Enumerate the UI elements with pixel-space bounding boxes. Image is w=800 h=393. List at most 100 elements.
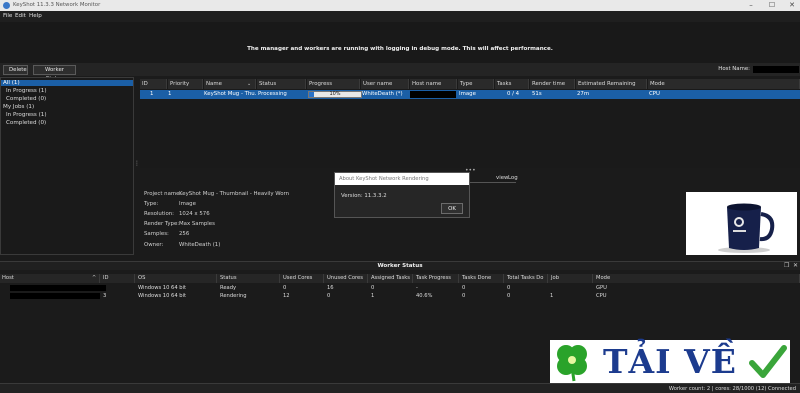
value-type: Image (179, 201, 196, 207)
close-icon[interactable]: ✕ (793, 262, 798, 269)
worker-os: Windows 10 64 bit (138, 285, 187, 291)
worker-mode: CPU (596, 293, 607, 299)
minimize-button[interactable]: – (743, 0, 759, 11)
dialog-title: About KeyShot Network Rendering (335, 173, 469, 185)
column-header-type[interactable]: Type (458, 79, 494, 89)
sort-up-icon[interactable]: ^ (92, 275, 96, 281)
worker-host-redacted (10, 285, 106, 291)
worker-table-header: Host ^ ID OS Status Used Cores Unused Co… (0, 274, 800, 283)
column-header-mode[interactable]: Mode (648, 79, 800, 89)
worker-total-tasks: 0 (507, 285, 511, 291)
worker-column-job[interactable]: Job (549, 274, 593, 283)
worker-assigned: 1 (371, 293, 375, 299)
debug-banner: The manager and workers are running with… (0, 22, 800, 63)
worker-column-id[interactable]: ID (101, 274, 135, 283)
label-project-name: Project name: (144, 191, 182, 197)
worker-column-tasks-done[interactable]: Tasks Done (460, 274, 504, 283)
worker-used-cores: 12 (283, 293, 290, 299)
cell-remaining: 27m (577, 91, 590, 97)
delete-button[interactable]: Delete (3, 65, 28, 75)
column-header-id[interactable]: ID (140, 79, 167, 89)
app-icon (3, 2, 10, 9)
worker-status-button[interactable]: Worker Status (33, 65, 76, 82)
column-header-tasks[interactable]: Tasks (495, 79, 529, 89)
worker-total-tasks: 0 (507, 293, 511, 299)
cell-priority: 1 (168, 91, 172, 97)
render-preview (686, 192, 797, 255)
worker-status: Ready (220, 285, 237, 291)
label-samples: Samples: (144, 231, 169, 237)
toolbar: Delete Worker Status Host Name: (0, 63, 800, 82)
cell-host-redacted (410, 91, 456, 98)
column-header-priority[interactable]: Priority (168, 79, 203, 89)
banner-message: The manager and workers are running with… (247, 46, 553, 52)
cell-name: KeyShot Mug - Thu... (204, 91, 256, 97)
ok-button[interactable]: OK (441, 203, 463, 214)
worker-column-total-tasks[interactable]: Total Tasks Do (505, 274, 548, 283)
worker-column-used-cores[interactable]: Used Cores (281, 274, 324, 283)
worker-tasks-done: 0 (462, 293, 466, 299)
worker-tasks-done: 0 (462, 285, 466, 291)
detail-tabs: view Log (466, 174, 518, 183)
filter-my-jobs[interactable]: My Jobs (1) (3, 104, 34, 110)
tab-view[interactable]: view (496, 175, 508, 181)
value-samples: 256 (179, 231, 190, 237)
column-header-remaining[interactable]: Estimated Remaining tim (576, 79, 647, 97)
worker-status-bar: Worker Status ❐ ✕ (0, 261, 800, 270)
worker-column-unused-cores[interactable]: Unused Cores (325, 274, 368, 283)
menu-bar: File Edit Help (0, 11, 800, 22)
cell-type: Image (459, 91, 476, 97)
worker-assigned: 0 (371, 285, 375, 291)
close-button[interactable]: ✕ (784, 0, 800, 11)
menu-help[interactable]: Help (29, 13, 42, 19)
job-progress-bar: 10% (308, 91, 362, 98)
column-header-render-time[interactable]: Render time (530, 79, 575, 89)
menu-edit[interactable]: Edit (15, 13, 26, 19)
column-header-host-name[interactable]: Host name (410, 79, 457, 89)
cell-render-time: 51s (532, 91, 542, 97)
host-name-label: Host Name: (718, 66, 750, 72)
filter-my-completed[interactable]: Completed (0) (6, 120, 46, 126)
filter-completed[interactable]: Completed (0) (6, 96, 46, 102)
worker-column-task-progress[interactable]: Task Progress (414, 274, 459, 283)
worker-column-status[interactable]: Status (218, 274, 280, 283)
tab-log[interactable]: Log (508, 175, 518, 181)
table-row[interactable]: 3 Windows 10 64 bit Rendering 12 0 1 40.… (0, 293, 800, 301)
column-header-status[interactable]: Status (257, 79, 306, 89)
jobs-table: ID Priority Name ⌄ Status Progress User … (140, 79, 800, 168)
label-render-type: Render Type: (144, 221, 180, 227)
worker-status: Rendering (220, 293, 247, 299)
maximize-button[interactable]: ☐ (764, 0, 780, 11)
worker-used-cores: 0 (283, 285, 287, 291)
worker-host-redacted (10, 293, 100, 299)
worker-column-assigned[interactable]: Assigned Tasks (369, 274, 413, 283)
cell-id: 1 (150, 91, 154, 97)
filter-in-progress[interactable]: In Progress (1) (6, 88, 47, 94)
table-row[interactable]: 1 1 KeyShot Mug - Thu... Processing 10% … (140, 90, 800, 99)
column-header-progress[interactable]: Progress (307, 79, 360, 89)
column-header-user-name[interactable]: User name (361, 79, 409, 89)
status-bar: Worker count: 2 | cores: 28/1000 (12) Co… (0, 383, 800, 393)
dialog-version: Version: 11.3.3.2 (341, 193, 387, 199)
label-type: Type: (144, 201, 159, 207)
chevron-down-icon[interactable]: ⌄ (247, 81, 251, 87)
cell-user: WhiteDeath (*) (362, 91, 403, 97)
worker-column-os[interactable]: OS (136, 274, 217, 283)
cell-tasks: 0 / 4 (507, 91, 520, 97)
label-owner: Owner: (144, 242, 164, 248)
table-row[interactable]: Windows 10 64 bit Ready 0 16 0 - 0 0 GPU (0, 285, 800, 293)
about-dialog: About KeyShot Network Rendering Version:… (334, 172, 470, 218)
worker-column-host[interactable]: Host (0, 274, 100, 283)
restore-icon[interactable]: ❐ (784, 262, 789, 269)
menu-file[interactable]: File (3, 13, 12, 19)
title-bar: KeyShot 11.3.3 Network Monitor – ☐ ✕ (0, 0, 800, 11)
worker-column-mode[interactable]: Mode (594, 274, 800, 283)
worker-task-progress: - (416, 285, 418, 291)
status-text: Worker count: 2 | cores: 28/1000 (12) Co… (668, 386, 796, 392)
clover-icon (557, 345, 587, 382)
host-name-field[interactable] (753, 66, 799, 73)
worker-os: Windows 10 64 bit (138, 293, 187, 299)
filter-all[interactable]: All (1) (1, 80, 133, 86)
label-resolution: Resolution: (144, 211, 174, 217)
filter-my-in-progress[interactable]: In Progress (1) (6, 112, 47, 118)
